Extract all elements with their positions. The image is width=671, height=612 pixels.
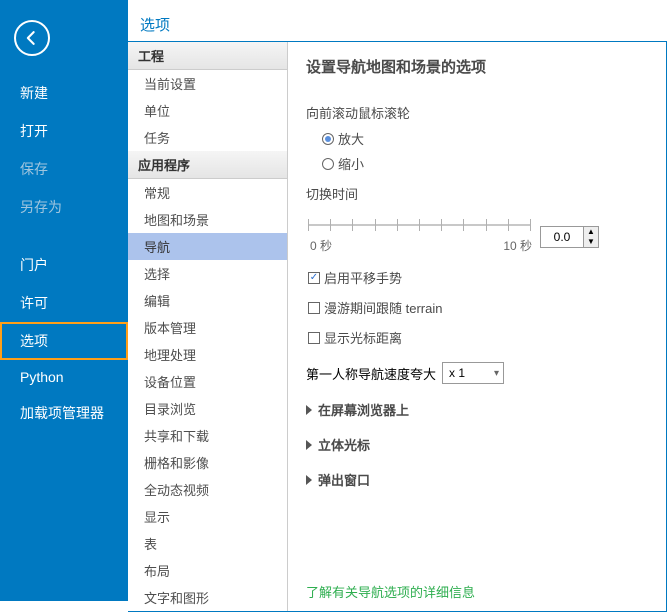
sidebar-item: 另存为 [0,188,128,226]
switch-time-input[interactable] [541,227,583,247]
switch-time-spinbox[interactable]: ▲▼ [540,226,599,248]
chevron-down-icon: ▾ [494,368,499,379]
tree-group-header: 工程 [128,42,287,70]
options-tree: 工程当前设置单位任务应用程序常规地图和场景导航选择编辑版本管理地理处理设备位置目… [128,42,288,611]
tree-item[interactable]: 常规 [128,179,287,206]
tree-item[interactable]: 地理处理 [128,341,287,368]
content-heading: 设置导航地图和场景的选项 [306,56,648,77]
checkbox-follow-terrain[interactable]: 漫游期间跟随 terrain [308,298,648,317]
page-title: 选项 [128,0,671,41]
expander-popup[interactable]: 弹出窗口 [306,470,648,489]
tree-item[interactable]: 布局 [128,557,287,584]
spin-up[interactable]: ▲ [584,227,598,237]
tree-item[interactable]: 选择 [128,260,287,287]
expander-onscreen-navigator[interactable]: 在屏幕浏览器上 [306,400,648,419]
tree-item[interactable]: 地图和场景 [128,206,287,233]
tree-item[interactable]: 编辑 [128,287,287,314]
tree-item[interactable]: 表 [128,530,287,557]
tree-group-header: 应用程序 [128,151,287,179]
arrow-left-icon [22,28,42,48]
tree-item[interactable]: 目录浏览 [128,395,287,422]
sidebar-item[interactable]: Python [0,360,128,394]
main-panel: 选项 工程当前设置单位任务应用程序常规地图和场景导航选择编辑版本管理地理处理设备… [128,0,671,601]
scroll-wheel-label: 向前滚动鼠标滚轮 [306,103,648,122]
tree-item[interactable]: 文字和图形 [128,584,287,611]
tree-item[interactable]: 设备位置 [128,368,287,395]
sidebar-item[interactable]: 打开 [0,112,128,150]
sidebar-item[interactable]: 选项 [0,322,128,360]
sidebar-item[interactable]: 门户 [0,246,128,284]
firstperson-speed-dropdown[interactable]: x 1 ▾ [442,362,504,384]
options-content: 设置导航地图和场景的选项 向前滚动鼠标滚轮 放大 缩小 切换时间 [288,42,666,611]
sidebar-item[interactable]: 加载项管理器 [0,394,128,432]
backstage-sidebar: 新建打开保存另存为 门户许可选项Python加载项管理器 [0,0,128,601]
caret-right-icon [306,440,312,450]
switch-time-slider[interactable] [308,213,530,237]
firstperson-speed-label: 第一人称导航速度夸大 [306,364,436,383]
radio-zoom-in[interactable]: 放大 [322,129,648,148]
sidebar-item: 保存 [0,150,128,188]
tree-item[interactable]: 显示 [128,503,287,530]
tree-item[interactable]: 任务 [128,124,287,151]
sidebar-item[interactable]: 许可 [0,284,128,322]
switch-time-label: 切换时间 [306,184,648,203]
back-button[interactable] [14,20,50,56]
tree-item[interactable]: 单位 [128,97,287,124]
radio-zoom-out[interactable]: 缩小 [322,154,648,173]
tree-item[interactable]: 全动态视频 [128,476,287,503]
spin-down[interactable]: ▼ [584,237,598,247]
tree-item[interactable]: 当前设置 [128,70,287,97]
help-link[interactable]: 了解有关导航选项的详细信息 [306,572,648,601]
checkbox-pan-gesture[interactable]: ✓ 启用平移手势 [308,268,648,287]
tree-item[interactable]: 栅格和影像 [128,449,287,476]
caret-right-icon [306,475,312,485]
tree-item[interactable]: 共享和下载 [128,422,287,449]
tree-item[interactable]: 版本管理 [128,314,287,341]
checkbox-cursor-distance[interactable]: 显示光标距离 [308,328,648,347]
caret-right-icon [306,405,312,415]
expander-stereo-cursor[interactable]: 立体光标 [306,435,648,454]
sidebar-item[interactable]: 新建 [0,74,128,112]
tree-item[interactable]: 导航 [128,233,287,260]
